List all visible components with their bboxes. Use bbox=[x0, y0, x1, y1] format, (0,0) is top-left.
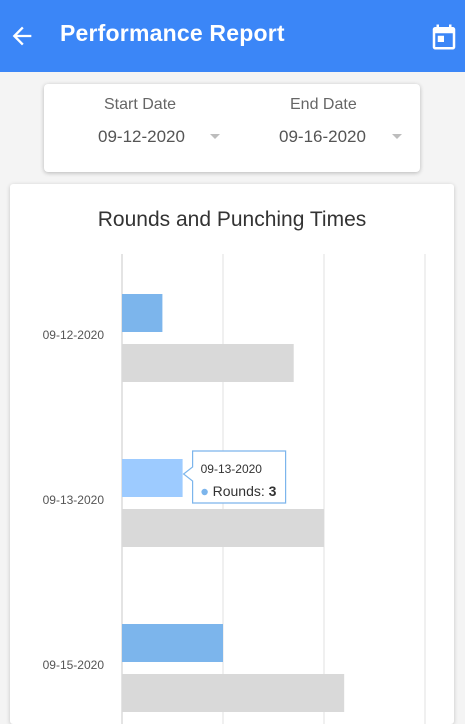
bar-chart: 09-12-2020 09-13-2020 09-15-2020 09-13-2020… bbox=[43, 254, 426, 724]
category-label: 09-15-2020 bbox=[43, 658, 105, 672]
calendar-icon[interactable] bbox=[429, 22, 459, 52]
tooltip-series: Rounds: 3 bbox=[213, 483, 277, 499]
legend-dot-icon bbox=[201, 488, 208, 496]
bar-punching[interactable] bbox=[122, 674, 345, 712]
category-label: 09-13-2020 bbox=[43, 493, 105, 507]
start-date-value[interactable]: 09-12-2020 bbox=[98, 127, 185, 147]
bar-rounds[interactable] bbox=[122, 459, 183, 497]
bar-rounds[interactable] bbox=[122, 294, 163, 332]
app-bar: Performance Report bbox=[0, 0, 465, 72]
category-label: 09-12-2020 bbox=[43, 328, 105, 342]
start-date-picker[interactable]: Start Date 09-12-2020 bbox=[44, 84, 232, 172]
page-title: Performance Report bbox=[60, 20, 285, 46]
chart-tooltip: 09-13-2020 Rounds: 3 bbox=[182, 450, 287, 504]
chevron-down-icon[interactable] bbox=[392, 134, 402, 139]
arrow-back-icon[interactable] bbox=[8, 22, 36, 50]
date-range-card: Start Date 09-12-2020 End Date 09-16-202… bbox=[44, 84, 420, 172]
tooltip-category: 09-13-2020 bbox=[201, 462, 263, 476]
end-date-value[interactable]: 09-16-2020 bbox=[279, 127, 366, 147]
bar-rounds[interactable] bbox=[122, 624, 223, 662]
chevron-down-icon[interactable] bbox=[210, 134, 220, 139]
bar-punching[interactable] bbox=[122, 509, 324, 547]
end-date-picker[interactable]: End Date 09-16-2020 bbox=[232, 84, 420, 172]
end-date-label: End Date bbox=[290, 96, 357, 113]
chart-card: Rounds and Punching Times 09-12-2020 09-1… bbox=[10, 184, 454, 724]
start-date-label: Start Date bbox=[104, 96, 177, 113]
bar-punching[interactable] bbox=[122, 344, 294, 382]
tooltip-value: 3 bbox=[269, 483, 277, 499]
